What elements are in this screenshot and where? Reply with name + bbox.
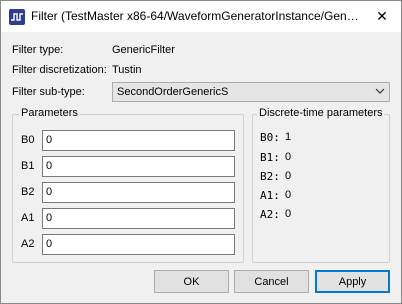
param-a1-label: A1: [21, 212, 35, 224]
discrete-a2-label: A2:: [260, 208, 280, 221]
cancel-button[interactable]: Cancel: [234, 270, 309, 293]
param-b0-label: B0: [21, 134, 35, 146]
param-b1-label: B1: [21, 160, 35, 172]
param-a1-input[interactable]: 0: [42, 208, 235, 229]
close-button[interactable]: ✕: [363, 1, 401, 32]
apply-button[interactable]: Apply: [315, 270, 390, 293]
filter-type-label: Filter type:: [12, 44, 64, 56]
filter-dialog: Filter (TestMaster x86-64/WaveformGenera…: [0, 0, 402, 304]
window-title: Filter (TestMaster x86-64/WaveformGenera…: [31, 9, 365, 23]
close-icon: ✕: [376, 8, 388, 24]
param-b1-input[interactable]: 0: [42, 156, 235, 177]
filter-discretization-label: Filter discretization:: [12, 64, 107, 76]
title-bar[interactable]: Filter (TestMaster x86-64/WaveformGenera…: [1, 1, 401, 32]
discrete-b1-value: 0: [285, 151, 292, 163]
param-a2-input[interactable]: 0: [42, 234, 235, 255]
discrete-b0-label: B0:: [260, 131, 280, 144]
filter-discretization-value: Tustin: [112, 64, 142, 76]
discrete-a1-value: 0: [285, 189, 292, 201]
discrete-a1-label: A1:: [260, 189, 280, 202]
filter-subtype-label: Filter sub-type:: [12, 86, 85, 98]
filter-subtype-select[interactable]: SecondOrderGenericS: [112, 82, 390, 102]
discrete-b2-value: 0: [285, 170, 292, 182]
filter-subtype-value: SecondOrderGenericS: [117, 86, 229, 98]
discrete-b2-label: B2:: [260, 170, 280, 183]
param-b0-input[interactable]: 0: [42, 130, 235, 151]
discrete-b1-label: B1:: [260, 151, 280, 164]
param-a2-label: A2: [21, 238, 35, 250]
discrete-b0-value: 1: [285, 131, 292, 143]
ok-button[interactable]: OK: [154, 270, 229, 293]
filter-type-value: GenericFilter: [112, 44, 175, 56]
param-b2-input[interactable]: 0: [42, 182, 235, 203]
chevron-down-icon: [375, 86, 385, 99]
discrete-parameters-group-title: Discrete-time parameters: [257, 107, 385, 119]
waveform-app-icon: [9, 9, 25, 25]
discrete-a2-value: 0: [285, 208, 292, 220]
param-b2-label: B2: [21, 186, 35, 198]
parameters-group-title: Parameters: [19, 107, 80, 119]
